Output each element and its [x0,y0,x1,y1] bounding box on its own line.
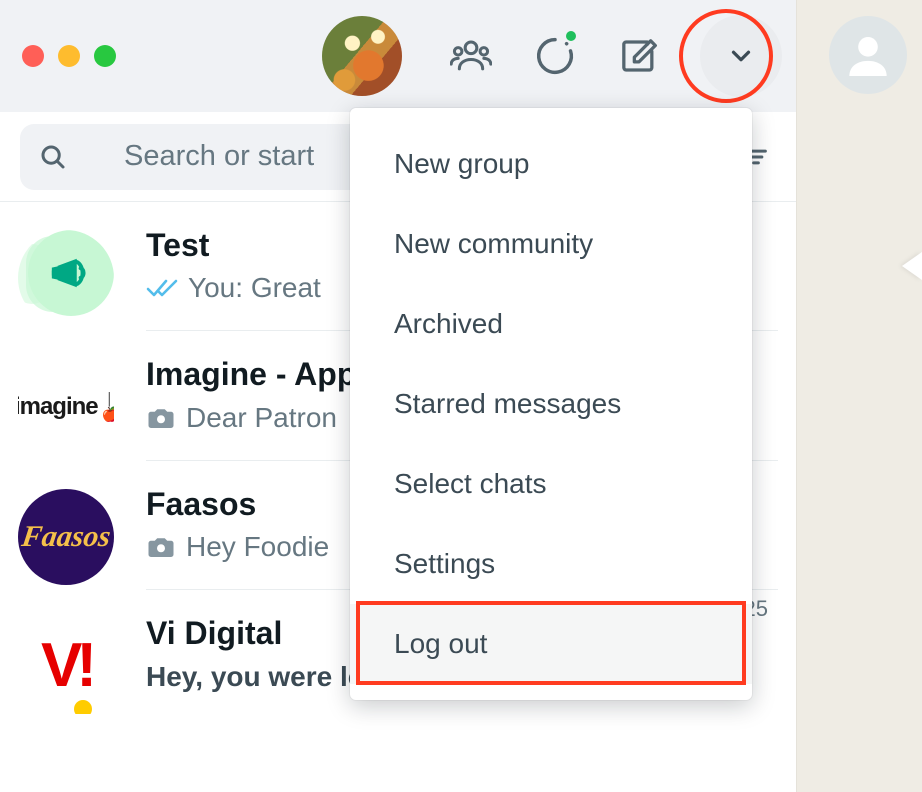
status-indicator-dot [566,31,576,41]
new-chat-icon[interactable] [616,33,662,79]
message-tail [902,252,922,280]
menu-item-logout[interactable]: Log out [350,604,752,684]
menu-item-new-community[interactable]: New community [350,204,752,284]
communities-icon[interactable] [448,33,494,79]
chat-avatar: V! [18,618,114,714]
menu-item-archived[interactable]: Archived [350,284,752,364]
menu-item-select-chats[interactable]: Select chats [350,444,752,524]
chat-avatar: imagine│🍎 [18,359,114,455]
fullscreen-window-button[interactable] [94,45,116,67]
chat-sidebar: Search or start Test You: Great [0,0,796,792]
person-icon [840,27,896,83]
contact-avatar-placeholder[interactable] [829,16,907,94]
my-profile-avatar[interactable] [322,16,402,96]
window-controls [22,45,116,67]
status-icon[interactable] [532,33,578,79]
chevron-down-icon [726,41,756,71]
menu-item-settings[interactable]: Settings [350,524,752,604]
sidebar-header [0,0,796,112]
search-placeholder: Search or start [124,140,314,173]
chat-avatar [18,230,114,326]
menu-item-new-group[interactable]: New group [350,124,752,204]
header-dropdown-menu: New group New community Archived Starred… [350,108,752,700]
minimize-window-button[interactable] [58,45,80,67]
camera-icon [146,532,176,562]
chat-avatar: Faasos [18,489,114,585]
chat-area [796,0,922,792]
megaphone-icon [48,250,94,296]
camera-icon [146,403,176,433]
menu-button[interactable] [700,15,782,97]
search-icon [38,142,68,172]
read-ticks-icon [146,276,178,300]
menu-item-starred[interactable]: Starred messages [350,364,752,444]
close-window-button[interactable] [22,45,44,67]
